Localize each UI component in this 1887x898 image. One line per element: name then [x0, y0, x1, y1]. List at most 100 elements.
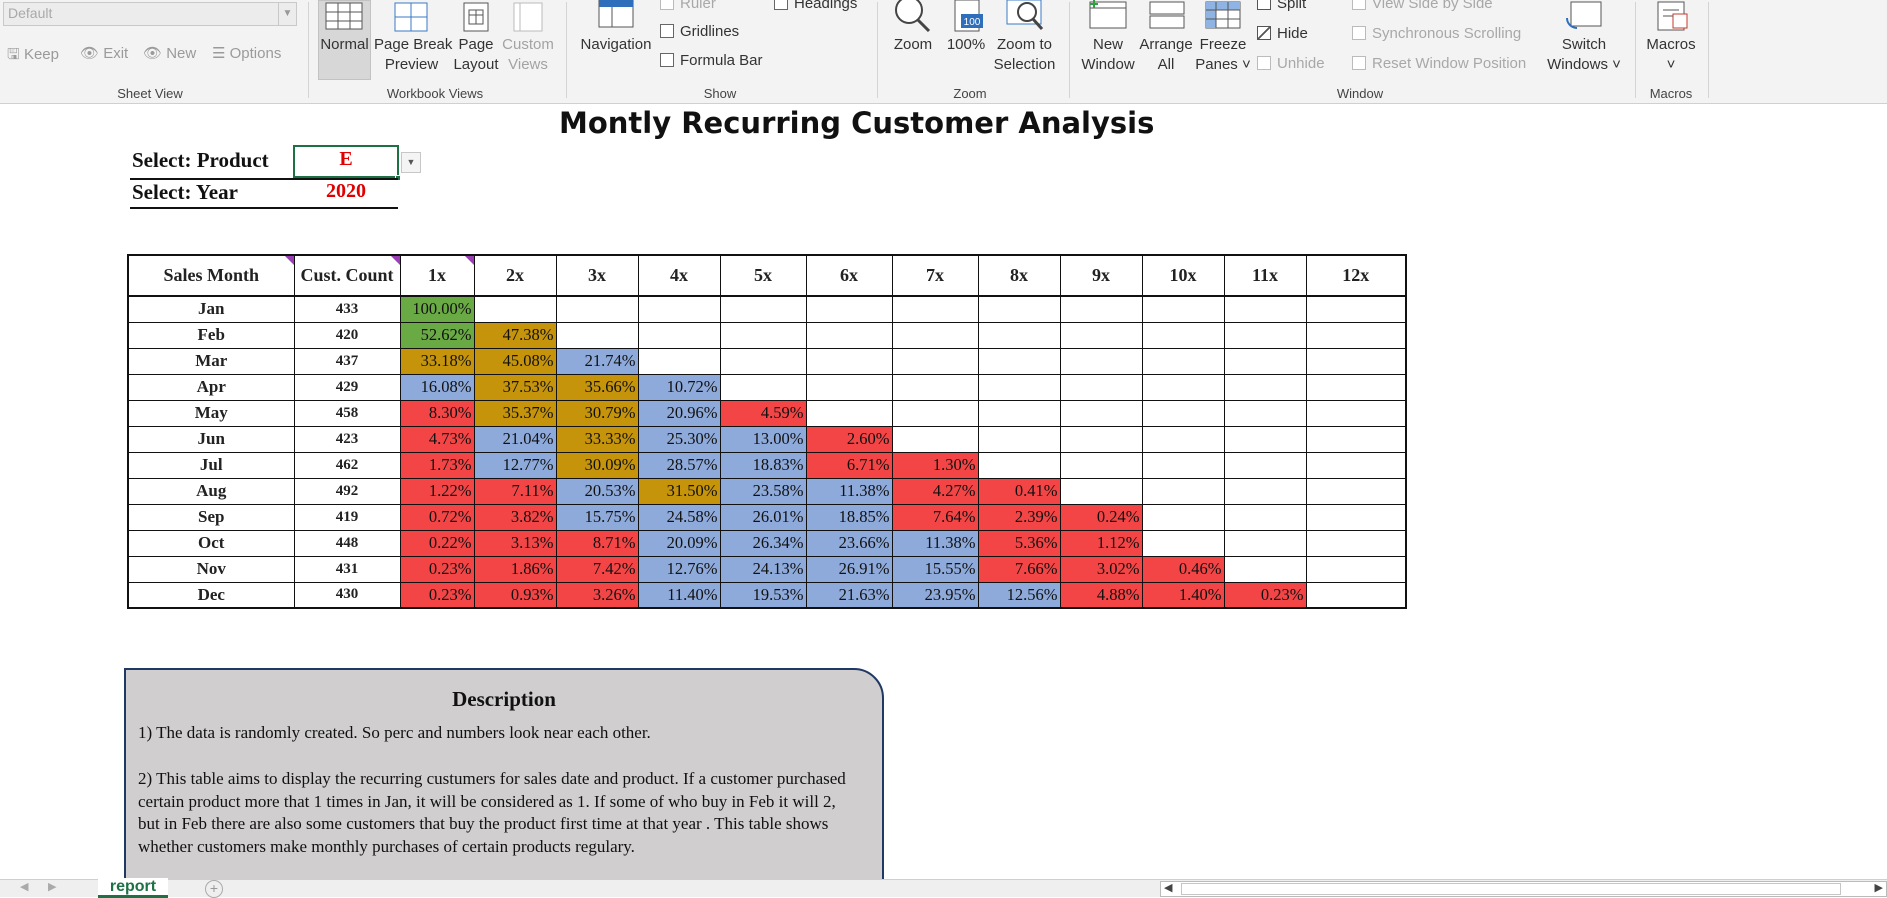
- percent-cell[interactable]: 13.00%: [719, 425, 807, 453]
- percent-cell[interactable]: 0.41%: [977, 477, 1061, 505]
- new-view-button[interactable]: 👁 New: [143, 44, 196, 62]
- percent-cell[interactable]: [805, 347, 893, 375]
- column-header[interactable]: 11x: [1223, 254, 1307, 297]
- percent-cell[interactable]: [555, 321, 639, 349]
- month-cell[interactable]: Nov: [127, 555, 295, 583]
- percent-cell[interactable]: 7.42%: [555, 555, 639, 583]
- count-cell[interactable]: 448: [293, 529, 401, 557]
- percent-cell[interactable]: [1141, 451, 1225, 479]
- percent-cell[interactable]: 4.73%: [399, 425, 475, 453]
- percent-cell[interactable]: [719, 295, 807, 323]
- percent-cell[interactable]: 7.66%: [977, 555, 1061, 583]
- percent-cell[interactable]: [1059, 451, 1143, 479]
- percent-cell[interactable]: 20.53%: [555, 477, 639, 505]
- percent-cell[interactable]: 33.33%: [555, 425, 639, 453]
- column-header[interactable]: 6x: [805, 254, 893, 297]
- column-header[interactable]: 12x: [1305, 254, 1407, 297]
- ruler-checkbox[interactable]: Ruler: [660, 0, 716, 12]
- navigation-button[interactable]: Navigation: [575, 35, 657, 55]
- count-cell[interactable]: 419: [293, 503, 401, 531]
- percent-cell[interactable]: [637, 347, 721, 375]
- percent-cell[interactable]: [555, 295, 639, 323]
- count-cell[interactable]: 423: [293, 425, 401, 453]
- percent-cell[interactable]: [977, 321, 1061, 349]
- percent-cell[interactable]: 3.82%: [473, 503, 557, 531]
- percent-cell[interactable]: [977, 295, 1061, 323]
- freeze-panes-button[interactable]: Freeze Panes ˅: [1195, 35, 1251, 75]
- month-cell[interactable]: May: [127, 399, 295, 427]
- column-header[interactable]: 7x: [891, 254, 979, 297]
- percent-cell[interactable]: [1223, 321, 1307, 349]
- count-cell[interactable]: 462: [293, 451, 401, 479]
- percent-cell[interactable]: 30.09%: [555, 451, 639, 479]
- count-cell[interactable]: 431: [293, 555, 401, 583]
- percent-cell[interactable]: [1223, 347, 1307, 375]
- percent-cell[interactable]: 4.59%: [719, 399, 807, 427]
- percent-cell[interactable]: 16.08%: [399, 373, 475, 401]
- count-cell[interactable]: 458: [293, 399, 401, 427]
- percent-cell[interactable]: [1141, 425, 1225, 453]
- percent-cell[interactable]: 23.58%: [719, 477, 807, 505]
- percent-cell[interactable]: 8.30%: [399, 399, 475, 427]
- percent-cell[interactable]: [891, 373, 979, 401]
- percent-cell[interactable]: 0.72%: [399, 503, 475, 531]
- year-value[interactable]: 2020: [293, 180, 399, 203]
- scroll-tabs-left-icon[interactable]: ◀: [20, 880, 28, 893]
- month-cell[interactable]: Dec: [127, 581, 295, 609]
- percent-cell[interactable]: [1223, 295, 1307, 323]
- hide-button[interactable]: Hide: [1257, 25, 1308, 42]
- percent-cell[interactable]: [1141, 347, 1225, 375]
- percent-cell[interactable]: 0.22%: [399, 529, 475, 557]
- percent-cell[interactable]: [1141, 373, 1225, 401]
- percent-cell[interactable]: 24.58%: [637, 503, 721, 531]
- zoom-button[interactable]: Zoom: [888, 35, 938, 55]
- zoom-100-button[interactable]: 100%: [944, 35, 988, 55]
- percent-cell[interactable]: [637, 321, 721, 349]
- split-button[interactable]: Split: [1257, 0, 1306, 12]
- percent-cell[interactable]: 12.56%: [977, 581, 1061, 609]
- percent-cell[interactable]: [1223, 503, 1307, 531]
- percent-cell[interactable]: [719, 347, 807, 375]
- percent-cell[interactable]: [1141, 399, 1225, 427]
- percent-cell[interactable]: 3.02%: [1059, 555, 1143, 583]
- percent-cell[interactable]: 0.23%: [399, 555, 475, 583]
- percent-cell[interactable]: 31.50%: [637, 477, 721, 505]
- unhide-button[interactable]: Unhide: [1257, 55, 1325, 72]
- view-side-by-side-button[interactable]: View Side by Side: [1352, 0, 1493, 12]
- percent-cell[interactable]: [1223, 477, 1307, 505]
- percent-cell[interactable]: [891, 295, 979, 323]
- percent-cell[interactable]: [1305, 503, 1407, 531]
- column-header[interactable]: 9x: [1059, 254, 1143, 297]
- percent-cell[interactable]: [1141, 321, 1225, 349]
- percent-cell[interactable]: 26.01%: [719, 503, 807, 531]
- normal-view-button[interactable]: Normal: [318, 35, 371, 55]
- percent-cell[interactable]: [805, 399, 893, 427]
- percent-cell[interactable]: [805, 373, 893, 401]
- percent-cell[interactable]: 47.38%: [473, 321, 557, 349]
- percent-cell[interactable]: [1059, 321, 1143, 349]
- percent-cell[interactable]: [977, 451, 1061, 479]
- percent-cell[interactable]: [805, 321, 893, 349]
- scrollbar-thumb[interactable]: [1181, 883, 1841, 895]
- comment-indicator-icon[interactable]: [464, 256, 474, 265]
- product-selector-value[interactable]: E: [293, 148, 399, 171]
- percent-cell[interactable]: 3.13%: [473, 529, 557, 557]
- percent-cell[interactable]: 6.71%: [805, 451, 893, 479]
- count-cell[interactable]: 433: [293, 295, 401, 323]
- percent-cell[interactable]: [1059, 347, 1143, 375]
- column-header[interactable]: Sales Month: [127, 254, 295, 297]
- comment-indicator-icon[interactable]: [284, 256, 294, 265]
- percent-cell[interactable]: 52.62%: [399, 321, 475, 349]
- month-cell[interactable]: Jul: [127, 451, 295, 479]
- custom-views-button[interactable]: Custom Views: [502, 35, 554, 75]
- percent-cell[interactable]: [1305, 425, 1407, 453]
- column-header[interactable]: 4x: [637, 254, 721, 297]
- percent-cell[interactable]: [891, 347, 979, 375]
- percent-cell[interactable]: 1.40%: [1141, 581, 1225, 609]
- percent-cell[interactable]: [1223, 399, 1307, 427]
- month-cell[interactable]: Oct: [127, 529, 295, 557]
- percent-cell[interactable]: 15.55%: [891, 555, 979, 583]
- percent-cell[interactable]: [805, 295, 893, 323]
- reset-window-position-button[interactable]: Reset Window Position: [1352, 55, 1526, 72]
- column-header[interactable]: 1x: [399, 254, 475, 297]
